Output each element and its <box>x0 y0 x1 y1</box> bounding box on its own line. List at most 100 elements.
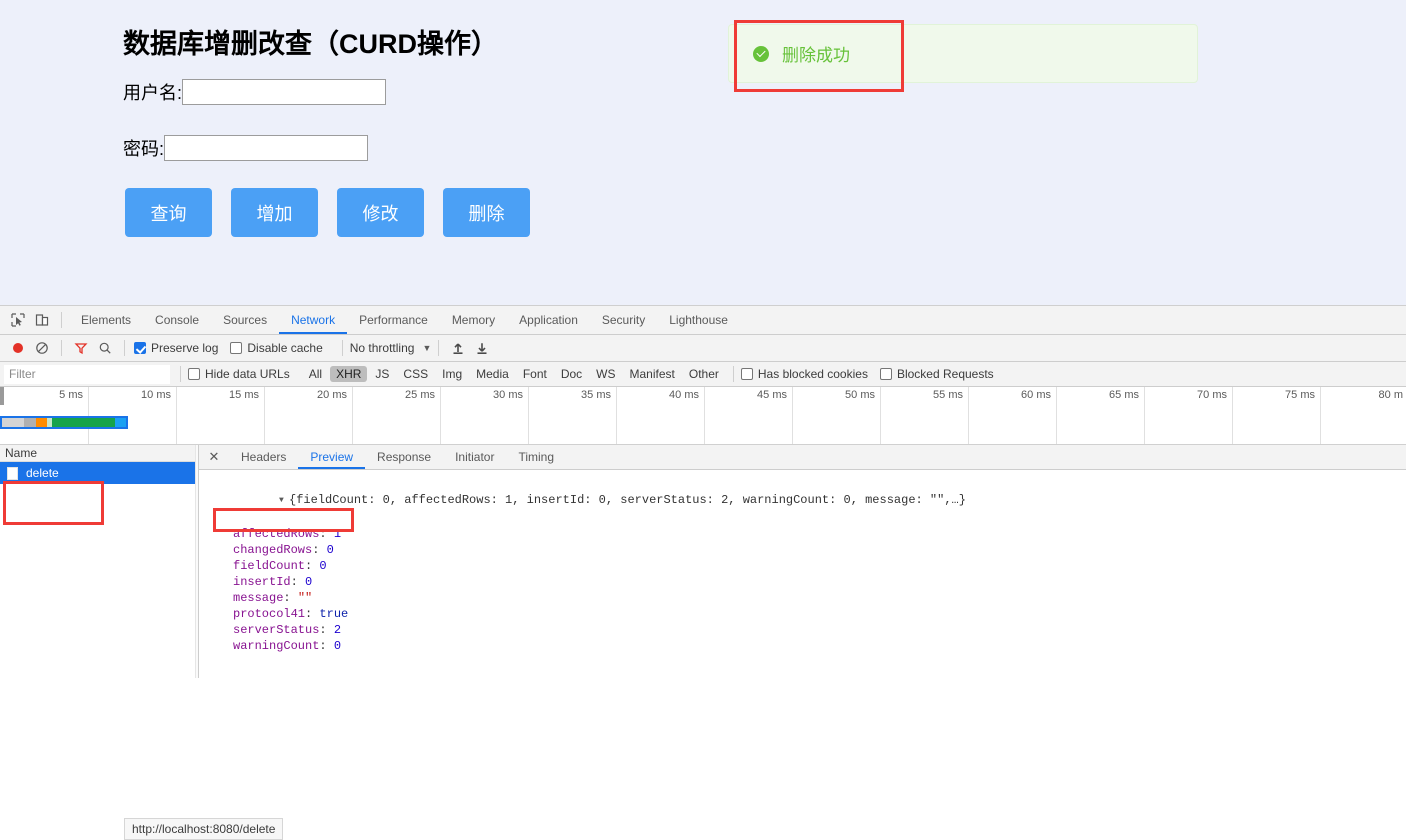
has-blocked-cookies-checkbox-box <box>740 368 753 380</box>
import-har-icon[interactable] <box>446 336 470 360</box>
username-input[interactable] <box>182 79 387 105</box>
throttling-dropdown[interactable]: No throttling ▼ <box>350 341 432 355</box>
action-button-row: 查询 增加 修改 删除 <box>125 188 530 237</box>
timeline-tick <box>440 387 441 444</box>
tab-security[interactable]: Security <box>590 306 657 334</box>
json-colon: : <box>312 543 327 557</box>
json-row: serverStatus: 2 <box>207 622 1406 638</box>
filter-type-other[interactable]: Other <box>683 366 725 382</box>
json-row: warningCount: 0 <box>207 638 1406 654</box>
throttling-value: No throttling <box>349 341 415 355</box>
detail-tab-preview[interactable]: Preview <box>298 445 366 469</box>
password-label: 密码: <box>123 139 165 159</box>
waterfall-segment <box>2 418 24 427</box>
tab-application[interactable]: Application <box>507 306 590 334</box>
json-colon: : <box>319 623 334 637</box>
filter-type-font[interactable]: Font <box>517 366 553 382</box>
record-icon[interactable] <box>6 336 30 360</box>
close-icon[interactable]: ✕ <box>205 448 223 466</box>
inspect-element-icon[interactable] <box>6 308 30 332</box>
request-row-delete[interactable]: delete <box>0 462 198 484</box>
timeline-tick <box>968 387 969 444</box>
network-panes: Name delete ✕ Headers Preview Response I… <box>0 445 1406 678</box>
timeline-tick-label: 15 ms <box>229 389 259 401</box>
filter-type-media[interactable]: Media <box>470 366 515 382</box>
tab-console[interactable]: Console <box>143 306 211 334</box>
search-icon[interactable] <box>93 336 117 360</box>
timeline-tick <box>704 387 705 444</box>
password-row: 密码: <box>123 135 369 161</box>
request-list-scrollbar[interactable] <box>195 445 198 678</box>
expand-arrow-icon[interactable]: ▼ <box>279 493 289 509</box>
divider <box>61 312 62 328</box>
filter-input[interactable] <box>4 364 170 384</box>
delete-button[interactable]: 删除 <box>443 188 530 237</box>
detail-tab-timing[interactable]: Timing <box>506 445 566 469</box>
json-row: protocol41: true <box>207 606 1406 622</box>
timeline-tick <box>1232 387 1233 444</box>
has-blocked-cookies-checkbox[interactable]: Has blocked cookies <box>740 367 868 381</box>
tab-elements[interactable]: Elements <box>69 306 143 334</box>
request-url-tooltip: http://localhost:8080/delete <box>124 818 284 840</box>
json-colon: : <box>319 639 334 653</box>
waterfall-segment <box>24 418 36 427</box>
request-list-header: Name <box>0 445 198 462</box>
json-key: fieldCount <box>233 559 306 573</box>
query-button[interactable]: 查询 <box>125 188 212 237</box>
json-key: protocol41 <box>233 607 306 621</box>
add-button[interactable]: 增加 <box>231 188 318 237</box>
tab-performance[interactable]: Performance <box>347 306 440 334</box>
clear-icon[interactable] <box>30 336 54 360</box>
timeline-tick-label: 60 ms <box>1021 389 1051 401</box>
timeline-tick-label: 30 ms <box>493 389 523 401</box>
json-rows: affectedRows: 1 changedRows: 0 fieldCount:… <box>207 526 1406 654</box>
request-list-panel: Name delete <box>0 445 199 678</box>
filter-type-img[interactable]: Img <box>436 366 468 382</box>
divider <box>124 340 125 356</box>
json-colon: : <box>319 527 334 541</box>
network-timeline-overview[interactable]: 5 ms 10 ms 15 ms 20 ms 25 ms 30 ms 35 ms 40 ms 4… <box>0 387 1406 445</box>
hide-data-urls-label: Hide data URLs <box>205 367 290 381</box>
has-blocked-cookies-label: Has blocked cookies <box>757 367 868 381</box>
alert-message: 删除成功 <box>782 46 850 65</box>
password-input[interactable] <box>164 135 369 161</box>
filter-type-manifest[interactable]: Manifest <box>624 366 681 382</box>
divider <box>180 366 181 382</box>
json-row: affectedRows: 1 <box>207 526 1406 542</box>
network-toolbar: Preserve log Disable cache No throttling… <box>0 335 1406 362</box>
json-value: "" <box>297 591 313 605</box>
device-toolbar-icon[interactable] <box>30 308 54 332</box>
filter-type-js[interactable]: JS <box>369 366 395 382</box>
json-colon: : <box>305 559 320 573</box>
preserve-log-checkbox[interactable]: Preserve log <box>134 341 218 355</box>
filter-type-xhr[interactable]: XHR <box>330 366 368 382</box>
hide-data-urls-checkbox[interactable]: Hide data URLs <box>188 367 290 381</box>
divider <box>438 340 440 356</box>
blocked-requests-checkbox[interactable]: Blocked Requests <box>879 367 994 381</box>
update-button[interactable]: 修改 <box>337 188 424 237</box>
filter-funnel-icon[interactable] <box>69 336 93 360</box>
tab-lighthouse[interactable]: Lighthouse <box>657 306 740 334</box>
json-value: 2 <box>333 623 342 637</box>
timeline-tick <box>352 387 353 444</box>
filter-type-ws[interactable]: WS <box>590 366 621 382</box>
waterfall-segment <box>115 418 126 427</box>
json-key: serverStatus <box>233 623 320 637</box>
username-label: 用户名: <box>123 83 183 103</box>
json-key: warningCount <box>233 639 320 653</box>
detail-tab-headers[interactable]: Headers <box>229 445 298 469</box>
detail-tab-response[interactable]: Response <box>365 445 443 469</box>
filter-type-all[interactable]: All <box>303 366 328 382</box>
filter-type-doc[interactable]: Doc <box>555 366 588 382</box>
tab-network[interactable]: Network <box>279 306 348 334</box>
export-har-icon[interactable] <box>470 336 494 360</box>
disable-cache-checkbox[interactable]: Disable cache <box>230 341 323 355</box>
json-summary-line[interactable]: ▼ {fieldCount: 0, affectedRows: 1, insert… <box>207 476 1406 526</box>
filter-type-css[interactable]: CSS <box>397 366 434 382</box>
timeline-tick-label: 70 ms <box>1197 389 1227 401</box>
tab-memory[interactable]: Memory <box>440 306 507 334</box>
tab-sources[interactable]: Sources <box>211 306 279 334</box>
divider <box>61 340 62 356</box>
detail-tab-initiator[interactable]: Initiator <box>443 445 506 469</box>
timeline-tick-label: 45 ms <box>757 389 787 401</box>
